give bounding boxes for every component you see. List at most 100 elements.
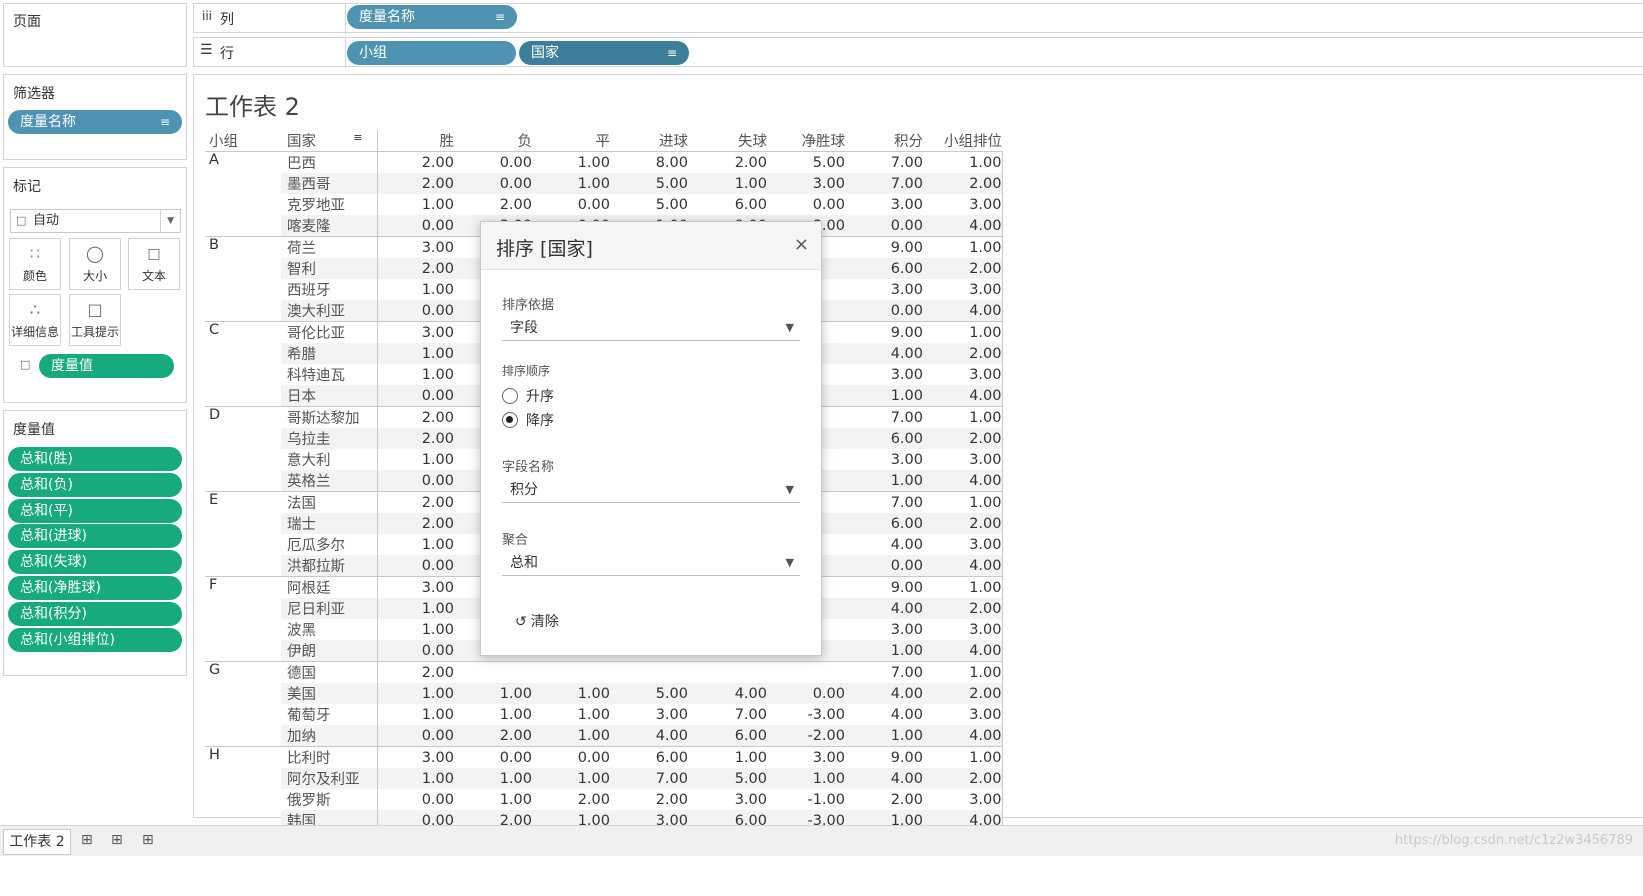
col-header-points[interactable]: 积分 — [845, 130, 923, 152]
value-cell: 3.00 — [890, 196, 923, 213]
group-cell[interactable]: F — [205, 576, 281, 662]
new-story-icon[interactable]: ⊞ — [142, 832, 154, 848]
value-cell: 2.00 — [923, 513, 1003, 534]
rows-pill-group[interactable]: 小组 — [347, 41, 516, 65]
country-cell[interactable]: 巴西 — [281, 151, 378, 173]
measure-value-pill[interactable]: 总和(负) — [8, 472, 182, 497]
value-cell: 1.00 — [923, 491, 1003, 513]
pages-title: 页面 — [13, 14, 41, 30]
col-header-loss[interactable]: 负 — [454, 130, 533, 152]
filter-pill-measure-names[interactable]: 度量名称 ≡ — [8, 110, 182, 134]
group-cell[interactable]: C — [205, 321, 281, 407]
country-cell[interactable]: 阿尔及利亚 — [281, 768, 378, 789]
group-cell[interactable]: D — [205, 406, 281, 492]
group-cell[interactable]: G — [205, 661, 281, 747]
country-cell[interactable]: 加纳 — [281, 725, 378, 747]
clear-button[interactable]: ↺ 清除 — [515, 611, 559, 631]
field-name-select[interactable]: 积分 ▼ — [502, 477, 800, 503]
col-header-rank[interactable]: 小组排位 — [923, 130, 1002, 152]
country-cell[interactable]: 克罗地亚 — [281, 194, 378, 215]
country-cell[interactable]: 智利 — [281, 258, 378, 279]
col-header-goals-for[interactable]: 进球 — [610, 130, 688, 152]
sheet-tab[interactable]: 工作表 2 — [3, 829, 71, 855]
country-cell[interactable]: 伊朗 — [281, 640, 378, 662]
measure-value-pill[interactable]: 总和(胜) — [8, 447, 182, 471]
sort-desc-icon: ≡ — [666, 46, 677, 60]
value-cell: 3.00 — [890, 281, 923, 298]
country-cell[interactable]: 西班牙 — [281, 279, 378, 300]
country-cell[interactable]: 阿根廷 — [281, 576, 378, 598]
measure-value-pill[interactable]: 总和(净胜球) — [8, 576, 182, 600]
value-cell: 2.00 — [499, 196, 532, 213]
country-cell[interactable]: 乌拉圭 — [281, 428, 378, 449]
col-header-draw[interactable]: 平 — [532, 130, 611, 152]
value-cell: 1.00 — [421, 451, 454, 468]
value-cell: 4.00 — [923, 555, 1003, 577]
sort-by-select[interactable]: 字段 ▼ — [502, 315, 800, 341]
country-cell[interactable]: 荷兰 — [281, 236, 378, 258]
country-cell[interactable]: 科特迪瓦 — [281, 364, 378, 385]
group-cell[interactable]: A — [205, 151, 281, 237]
aggregation-label: 聚合 — [502, 533, 529, 548]
country-cell[interactable]: 日本 — [281, 385, 378, 407]
country-cell[interactable]: 葡萄牙 — [281, 704, 378, 725]
col-header-group[interactable]: 小组 — [205, 130, 281, 152]
country-cell[interactable]: 德国 — [281, 661, 378, 683]
chevron-down-icon: ▼ — [785, 483, 794, 496]
descending-radio[interactable]: 降序 — [502, 410, 554, 430]
mark-type-dropdown[interactable]: □ 自动 ▼ — [10, 209, 181, 233]
col-header-goals-against[interactable]: 失球 — [688, 130, 767, 152]
country-cell[interactable]: 澳大利亚 — [281, 300, 378, 322]
value-cell: 9.00 — [845, 746, 923, 768]
country-cell[interactable]: 哥斯达黎加 — [281, 406, 378, 428]
columns-pill-measure-names[interactable]: 度量名称 ≡ — [347, 5, 517, 29]
col-header-country[interactable]: 国家 ≡ — [281, 130, 378, 152]
measure-value-pill[interactable]: 总和(积分) — [8, 601, 182, 626]
rows-pill-country[interactable]: 国家 ≡ — [519, 41, 689, 65]
country-cell[interactable]: 洪都拉斯 — [281, 555, 378, 577]
ascending-radio[interactable]: 升序 — [502, 386, 554, 406]
text-button[interactable]: □ 文本 — [128, 238, 180, 290]
marks-pill-measure-values[interactable]: 度量值 — [39, 354, 174, 378]
measure-value-pill[interactable]: 总和(平) — [8, 498, 182, 523]
value-cell: 1.00 — [923, 236, 1003, 258]
detail-button[interactable]: ∴ 详细信息 — [9, 294, 61, 346]
measure-value-pill[interactable]: 总和(进球) — [8, 524, 182, 549]
measure-value-pill[interactable]: 总和(小组排位) — [8, 627, 182, 652]
group-cell[interactable]: H — [205, 746, 281, 832]
col-header-goal-diff[interactable]: 净胜球 — [767, 130, 846, 152]
value-cell: 4.00 — [923, 300, 1003, 322]
country-cell[interactable]: 瑞士 — [281, 513, 378, 534]
value-cell: 7.00 — [845, 491, 923, 513]
country-cell[interactable]: 喀麦隆 — [281, 215, 378, 237]
color-button[interactable]: ∷ 颜色 — [9, 238, 61, 290]
country-cell[interactable]: 英格兰 — [281, 470, 378, 492]
country-cell[interactable]: 墨西哥 — [281, 173, 378, 194]
country-cell[interactable]: 法国 — [281, 491, 378, 513]
tooltip-button[interactable]: □ 工具提示 — [69, 294, 121, 346]
group-cell[interactable]: B — [205, 236, 281, 322]
col-header-win[interactable]: 胜 — [377, 130, 455, 152]
country-cell[interactable]: 美国 — [281, 683, 378, 704]
country-cell[interactable]: 俄罗斯 — [281, 789, 378, 810]
aggregation-select[interactable]: 总和 ▼ — [502, 550, 800, 576]
value-cell: 1.00 — [421, 281, 454, 298]
country-cell[interactable]: 哥伦比亚 — [281, 321, 378, 343]
close-icon[interactable]: × — [794, 234, 809, 255]
country-cell[interactable]: 希腊 — [281, 343, 378, 364]
new-worksheet-icon[interactable]: ⊞ — [81, 832, 93, 848]
measure-value-pill[interactable]: 总和(失球) — [8, 550, 182, 575]
group-cell[interactable]: E — [205, 491, 281, 577]
country-cell[interactable]: 意大利 — [281, 449, 378, 470]
country-cell[interactable]: 波黑 — [281, 619, 378, 640]
country-cell[interactable]: 尼日利亚 — [281, 598, 378, 619]
table-row: 阿尔及利亚 1.00 1.00 1.00 7.00 5.00 1.00 4.00 2.00 — [205, 768, 1003, 789]
value-cell: 3.00 — [890, 451, 923, 468]
size-button[interactable]: ◯ 大小 — [69, 238, 121, 290]
color-label: 颜色 — [22, 269, 47, 283]
value-cell: 3.00 — [377, 321, 454, 343]
country-cell[interactable]: 比利时 — [281, 746, 378, 768]
value-cell: 2.00 — [377, 428, 454, 449]
new-dashboard-icon[interactable]: ⊞ — [111, 832, 123, 848]
country-cell[interactable]: 厄瓜多尔 — [281, 534, 378, 555]
